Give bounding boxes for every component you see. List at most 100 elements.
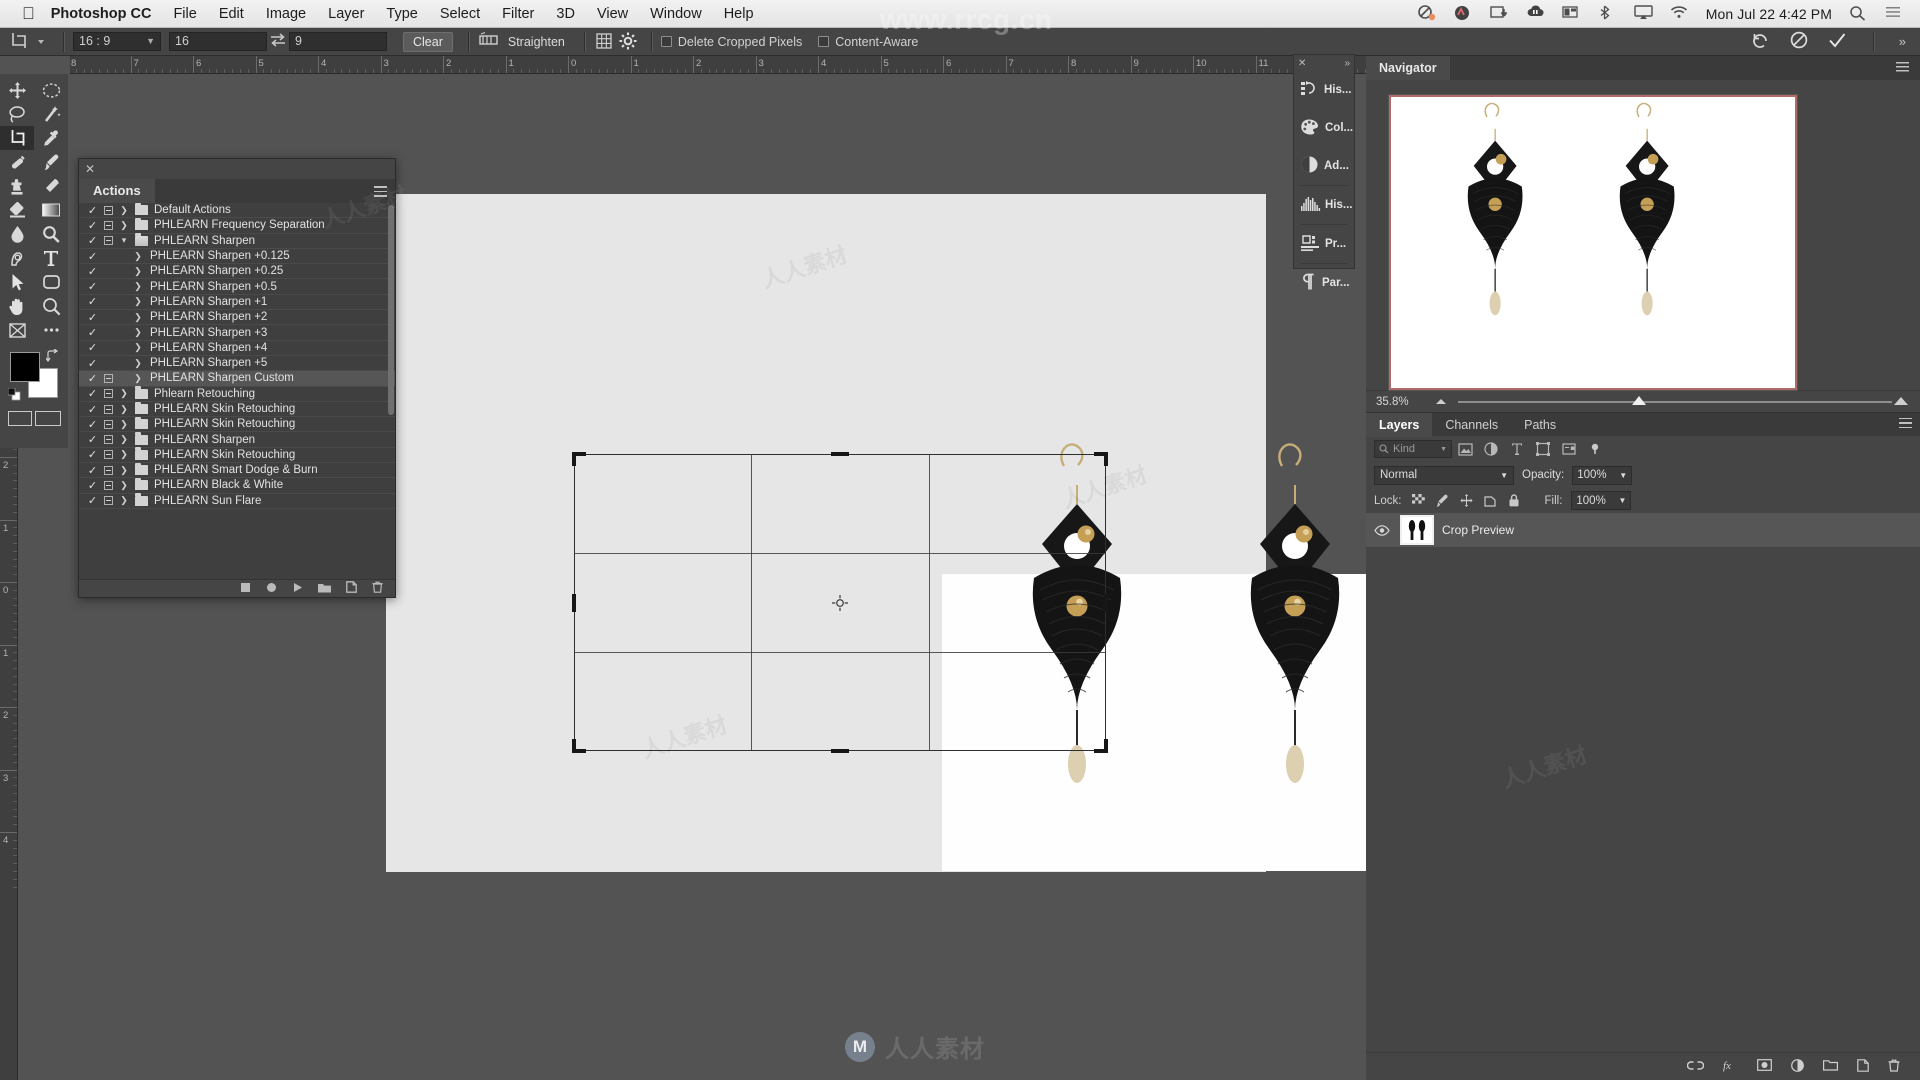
lock-transparent-pixels-icon[interactable] bbox=[1411, 493, 1426, 508]
action-enabled-checkmark-icon[interactable]: ✓ bbox=[85, 250, 100, 263]
chevron-right-icon[interactable]: ❯ bbox=[116, 465, 132, 476]
actions-row[interactable]: ✓ ❯ PHLEARN Sharpen +5 bbox=[79, 356, 395, 372]
chevron-right-icon[interactable]: ❯ bbox=[116, 495, 132, 506]
delete-icon[interactable] bbox=[372, 581, 383, 596]
action-dialog-toggle-icon[interactable] bbox=[100, 435, 116, 445]
bluetooth-icon[interactable] bbox=[1598, 5, 1617, 22]
brush-tool-icon[interactable] bbox=[34, 150, 68, 174]
crop-ratio-select[interactable]: 16 : 9 ▼ bbox=[73, 32, 161, 51]
actions-row[interactable]: ✓ ❯ PHLEARN Skin Retouching bbox=[79, 401, 395, 418]
action-enabled-checkmark-icon[interactable]: ✓ bbox=[85, 311, 100, 324]
layer-name[interactable]: Crop Preview bbox=[1442, 523, 1514, 537]
tab-layers[interactable]: Layers bbox=[1366, 412, 1433, 437]
action-enabled-checkmark-icon[interactable]: ✓ bbox=[85, 234, 100, 247]
menu-item-edit[interactable]: Edit bbox=[219, 6, 244, 22]
actions-row[interactable]: ✓ ❯ PHLEARN Sharpen +0.25 bbox=[79, 264, 395, 280]
action-enabled-checkmark-icon[interactable]: ✓ bbox=[85, 357, 100, 370]
menu-item-window[interactable]: Window bbox=[650, 6, 702, 22]
action-dialog-toggle-icon[interactable] bbox=[100, 480, 116, 490]
actions-row[interactable]: ✓ ❯ PHLEARN Black & White bbox=[79, 477, 395, 494]
action-enabled-checkmark-icon[interactable]: ✓ bbox=[85, 448, 100, 461]
actions-row[interactable]: ✓ ▾ PHLEARN Sharpen bbox=[79, 233, 395, 249]
dodge-tool-icon[interactable] bbox=[34, 222, 68, 246]
crop-height-input[interactable]: 9 bbox=[289, 32, 387, 51]
healing-brush-tool-icon[interactable] bbox=[0, 150, 34, 174]
action-enabled-checkmark-icon[interactable]: ✓ bbox=[85, 494, 100, 507]
gradient-tool-icon[interactable] bbox=[34, 198, 68, 222]
chevron-right-icon[interactable]: ❯ bbox=[116, 388, 132, 399]
chevron-right-icon[interactable]: ❯ bbox=[130, 296, 146, 307]
gear-icon[interactable] bbox=[618, 31, 642, 53]
tab-channels[interactable]: Channels bbox=[1432, 413, 1511, 437]
type-tool-icon[interactable] bbox=[34, 246, 68, 270]
action-enabled-checkmark-icon[interactable]: ✓ bbox=[85, 387, 100, 400]
action-dialog-toggle-icon[interactable] bbox=[100, 205, 116, 215]
panel-menu-icon[interactable] bbox=[1896, 61, 1910, 76]
link-layers-icon[interactable] bbox=[1686, 1059, 1705, 1074]
chevron-right-icon[interactable]: ❯ bbox=[116, 449, 132, 460]
shape-tool-icon[interactable] bbox=[34, 270, 68, 294]
action-enabled-checkmark-icon[interactable]: ✓ bbox=[85, 403, 100, 416]
action-enabled-checkmark-icon[interactable]: ✓ bbox=[85, 479, 100, 492]
chevron-right-icon[interactable]: ❯ bbox=[130, 327, 146, 338]
actions-panel-titlebar[interactable]: ✕ bbox=[79, 159, 395, 179]
reset-icon[interactable] bbox=[1750, 30, 1772, 53]
actions-row[interactable]: ✓ ❯ PHLEARN Sharpen bbox=[79, 432, 395, 448]
menu-item-select[interactable]: Select bbox=[440, 6, 480, 22]
path-selection-tool-icon[interactable] bbox=[0, 270, 34, 294]
swap-arrows-icon[interactable] bbox=[267, 32, 289, 51]
content-aware-checkbox[interactable]: Content-Aware bbox=[818, 35, 918, 49]
chevron-right-icon[interactable]: ❯ bbox=[130, 342, 146, 353]
action-enabled-checkmark-icon[interactable]: ✓ bbox=[85, 219, 100, 232]
display-icon[interactable] bbox=[1489, 5, 1509, 22]
grid-overlay-icon[interactable] bbox=[594, 31, 618, 53]
chevron-right-icon[interactable]: ❯ bbox=[130, 358, 146, 369]
adjustment-filter-icon[interactable] bbox=[1478, 439, 1504, 459]
chevron-right-icon[interactable]: ❯ bbox=[130, 266, 146, 277]
action-dialog-toggle-icon[interactable] bbox=[100, 496, 116, 506]
menu-item-file[interactable]: File bbox=[173, 6, 196, 22]
actions-row[interactable]: ✓ ❯ PHLEARN Smart Dodge & Burn bbox=[79, 462, 395, 479]
fill-input[interactable]: 100% ▼ bbox=[1571, 491, 1632, 510]
layer-mask-icon[interactable] bbox=[1757, 1059, 1772, 1074]
lock-image-pixels-icon[interactable] bbox=[1435, 493, 1450, 508]
actions-row[interactable]: ✓ ❯ PHLEARN Sun Flare bbox=[79, 493, 395, 509]
chevron-right-icon[interactable]: ❯ bbox=[116, 419, 132, 430]
actions-row[interactable]: ✓ ❯ PHLEARN Frequency Separation bbox=[79, 217, 395, 234]
blend-mode-select[interactable]: Normal ▼ bbox=[1374, 465, 1514, 485]
list-icon[interactable] bbox=[1885, 5, 1904, 22]
action-enabled-checkmark-icon[interactable]: ✓ bbox=[85, 295, 100, 308]
smart-object-filter-icon[interactable] bbox=[1556, 439, 1582, 459]
menu-item-view[interactable]: View bbox=[597, 6, 628, 22]
close-icon[interactable]: ✕ bbox=[85, 163, 95, 175]
action-enabled-checkmark-icon[interactable]: ✓ bbox=[85, 464, 100, 477]
shape-filter-icon[interactable] bbox=[1530, 439, 1556, 459]
action-dialog-toggle-icon[interactable] bbox=[100, 404, 116, 414]
menu-item-filter[interactable]: Filter bbox=[502, 6, 534, 22]
chevron-right-icon[interactable]: ❯ bbox=[116, 434, 132, 445]
elliptical-marquee-tool-icon[interactable] bbox=[34, 78, 68, 102]
dock-item-history[interactable]: His... bbox=[1294, 71, 1354, 109]
actions-panel[interactable]: ✕ Actions ✓ ❯ Default Actions ✓ ❯ PHLEARN Fre… bbox=[78, 158, 396, 598]
delete-layer-icon[interactable] bbox=[1888, 1059, 1900, 1075]
magic-wand-tool-icon[interactable] bbox=[34, 102, 68, 126]
lock-all-icon[interactable] bbox=[1507, 493, 1522, 508]
creative-cloud-icon[interactable] bbox=[1454, 5, 1473, 22]
expand-panels-icon[interactable]: » bbox=[1344, 58, 1350, 69]
search-icon[interactable] bbox=[1849, 5, 1868, 22]
crop-tool-icon[interactable] bbox=[8, 31, 34, 53]
actions-row[interactable]: ✓ ❯ PHLEARN Sharpen +0.125 bbox=[79, 249, 395, 265]
chevron-right-icon[interactable]: ❯ bbox=[130, 373, 146, 384]
close-icon[interactable]: ✕ bbox=[1298, 58, 1306, 69]
airplay-icon[interactable] bbox=[1633, 5, 1653, 22]
default-colors-icon[interactable] bbox=[7, 387, 21, 401]
action-dialog-toggle-icon[interactable] bbox=[100, 450, 116, 460]
wifi-icon[interactable] bbox=[1670, 5, 1689, 22]
new-group-icon[interactable] bbox=[1823, 1059, 1838, 1074]
crop-tool-icon[interactable] bbox=[0, 126, 34, 150]
eyedropper-tool-icon[interactable] bbox=[34, 126, 68, 150]
chevron-right-icon[interactable]: ❯ bbox=[130, 312, 146, 323]
apple-icon[interactable]:  bbox=[22, 5, 35, 22]
actions-row[interactable]: ✓ ❯ PHLEARN Skin Retouching bbox=[79, 416, 395, 433]
more-tools-icon[interactable] bbox=[34, 318, 68, 342]
